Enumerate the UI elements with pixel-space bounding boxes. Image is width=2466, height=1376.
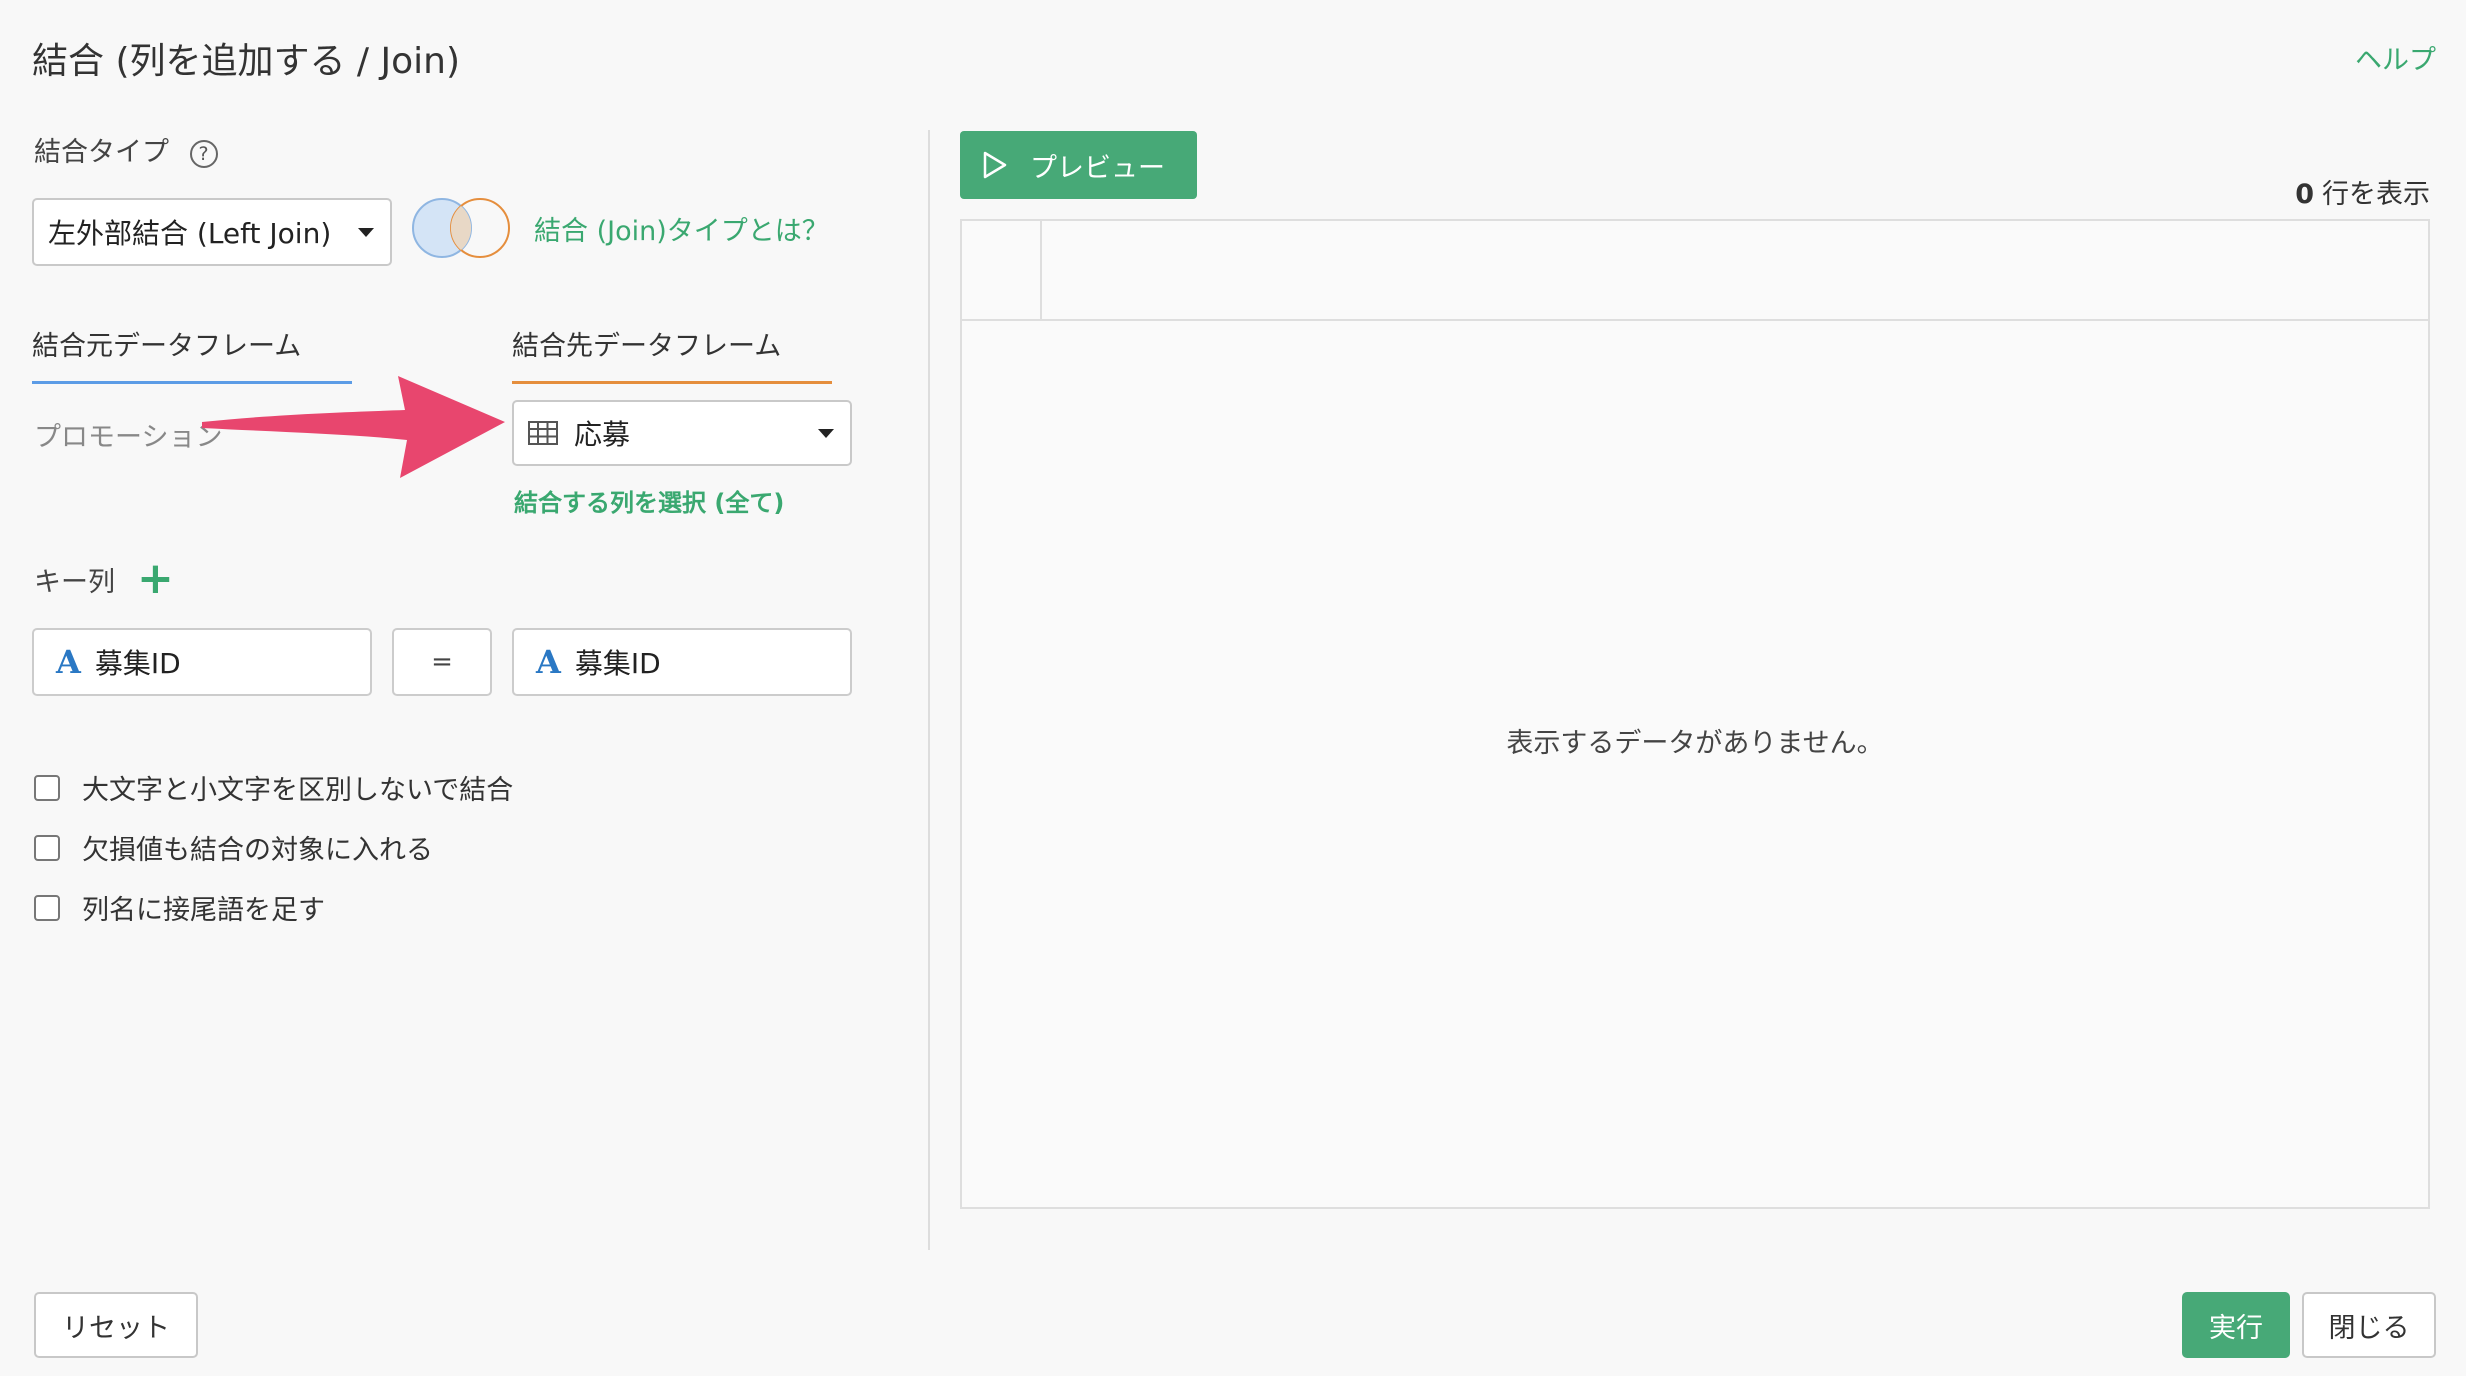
run-button[interactable]: 実行 <box>2182 1292 2290 1358</box>
option-label: 大文字と小文字を区別しないで結合 <box>82 775 514 806</box>
source-dataframe-name: プロモーション <box>34 422 223 453</box>
join-type-select[interactable]: 左外部結合 (Left Join) <box>32 198 392 266</box>
help-icon[interactable]: ? <box>189 139 218 168</box>
key-columns-section: キー列 + <box>34 557 174 601</box>
key-columns-label: キー列 <box>34 566 115 598</box>
join-type-selected-value: 左外部結合 (Left Join) <box>48 217 332 250</box>
right-key-column-select[interactable]: A 募集ID <box>512 628 852 696</box>
close-button[interactable]: 閉じる <box>2302 1292 2436 1358</box>
left-key-column-select[interactable]: A 募集ID <box>32 628 372 696</box>
include-missing-checkbox[interactable] <box>34 834 60 861</box>
reset-button[interactable]: リセット <box>34 1292 198 1358</box>
right-key-column-value: 募集ID <box>574 647 661 680</box>
option-label: 欠損値も結合の対象に入れる <box>82 835 433 866</box>
venn-diagram-icon <box>412 198 510 258</box>
add-suffix-checkbox[interactable] <box>34 894 60 921</box>
left-key-column-value: 募集ID <box>94 647 181 680</box>
option-case-insensitive[interactable]: 大文字と小文字を区別しないで結合 <box>34 768 513 807</box>
join-type-section: 結合タイプ ? <box>34 130 218 169</box>
row-count: 0 行を表示 <box>2295 172 2430 211</box>
empty-message: 表示するデータがありません。 <box>1506 728 1884 759</box>
page-title: 結合 (列を追加する / Join) <box>32 41 461 82</box>
preview-button[interactable]: プレビュー <box>960 131 1197 199</box>
text-type-icon: A <box>536 643 561 681</box>
key-operator: = <box>392 628 492 696</box>
option-include-missing[interactable]: 欠損値も結合の対象に入れる <box>34 828 433 867</box>
preview-table: 表示するデータがありません。 <box>960 219 2430 1209</box>
help-link[interactable]: ヘルプ <box>2355 38 2436 77</box>
play-icon <box>983 151 1007 179</box>
text-type-icon: A <box>56 643 81 681</box>
chevron-down-icon <box>818 429 834 438</box>
tab-target-dataframe[interactable]: 結合先データフレーム <box>512 324 832 384</box>
chevron-down-icon <box>358 228 374 237</box>
join-type-label: 結合タイプ <box>34 137 169 168</box>
add-key-icon[interactable]: + <box>137 557 174 601</box>
select-columns-link[interactable]: 結合する列を選択 (全て) <box>514 483 784 518</box>
annotation-arrow-icon <box>202 376 505 478</box>
target-dataframe-select[interactable]: 応募 <box>512 400 852 466</box>
join-dialog: 結合 (列を追加する / Join) ヘルプ 結合タイプ ? 左外部結合 (Le… <box>0 0 2466 1376</box>
table-header <box>962 221 2428 321</box>
table-icon <box>528 421 558 445</box>
join-type-info-link[interactable]: 結合 (Join)タイプとは？ <box>534 209 829 248</box>
row-count-value: 0 <box>2295 179 2314 210</box>
target-dataframe-value: 応募 <box>574 418 631 451</box>
preview-button-label: プレビュー <box>1030 152 1165 184</box>
row-count-suffix: 行を表示 <box>2322 179 2430 210</box>
case-insensitive-checkbox[interactable] <box>34 774 60 801</box>
panel-divider <box>928 130 930 1250</box>
option-add-suffix[interactable]: 列名に接尾語を足す <box>34 888 325 927</box>
table-header-divider <box>1040 221 1042 321</box>
option-label: 列名に接尾語を足す <box>82 895 325 926</box>
